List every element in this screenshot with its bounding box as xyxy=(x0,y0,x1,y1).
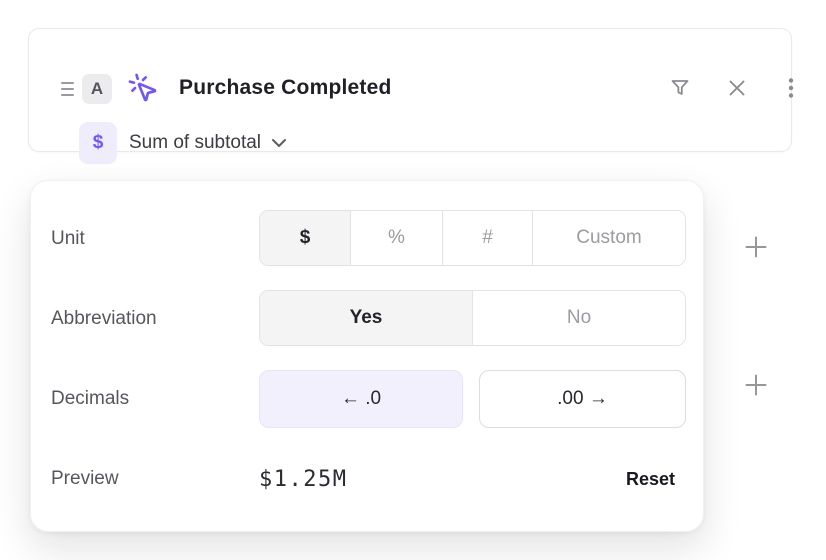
preview-value: $1.25M xyxy=(259,467,347,492)
abbreviation-segmented-control: Yes No xyxy=(259,290,686,346)
more-menu-button[interactable] xyxy=(778,75,804,101)
event-title[interactable]: Purchase Completed xyxy=(179,76,392,100)
close-button[interactable] xyxy=(724,75,750,101)
metric-selector[interactable]: $ Sum of subtotal xyxy=(79,122,287,164)
abbreviation-row-label: Abbreviation xyxy=(51,308,157,330)
metric-label: Sum of subtotal xyxy=(129,132,261,154)
unit-option-dollar[interactable]: $ xyxy=(260,211,350,265)
unit-segmented-control: $ % # Custom xyxy=(259,210,686,266)
preview-row-label: Preview xyxy=(51,468,119,490)
unit-row-label: Unit xyxy=(51,228,85,250)
plus-icon xyxy=(744,235,768,259)
number-format-popover: Unit $ % # Custom Abbreviation Yes No De… xyxy=(30,180,704,532)
kebab-menu-icon xyxy=(779,76,803,100)
drag-handle-icon[interactable] xyxy=(60,80,76,98)
reset-button[interactable]: Reset xyxy=(626,469,675,490)
add-metric-button[interactable] xyxy=(744,235,768,259)
unit-option-custom[interactable]: Custom xyxy=(532,211,685,265)
abbreviation-option-yes[interactable]: Yes xyxy=(260,291,472,345)
add-filter-button[interactable] xyxy=(744,373,768,397)
event-card: A Purchase Completed xyxy=(28,28,792,152)
more-decimals-button[interactable]: .00 → xyxy=(479,370,686,428)
decimals-row-label: Decimals xyxy=(51,388,129,410)
plus-icon xyxy=(744,373,768,397)
funnel-icon xyxy=(668,76,692,100)
fewer-decimals-button[interactable]: ← .0 xyxy=(259,370,463,428)
metric-unit-badge: $ xyxy=(79,122,117,164)
chevron-down-icon xyxy=(271,138,287,148)
chart-builder-canvas: A Purchase Completed xyxy=(0,0,826,560)
filter-button[interactable] xyxy=(667,75,693,101)
mouse-pointer-click-icon xyxy=(127,72,159,104)
unit-option-percent[interactable]: % xyxy=(350,211,442,265)
close-icon xyxy=(725,76,749,100)
unit-option-number[interactable]: # xyxy=(442,211,532,265)
abbreviation-option-no[interactable]: No xyxy=(472,291,685,345)
event-order-badge: A xyxy=(82,74,112,104)
